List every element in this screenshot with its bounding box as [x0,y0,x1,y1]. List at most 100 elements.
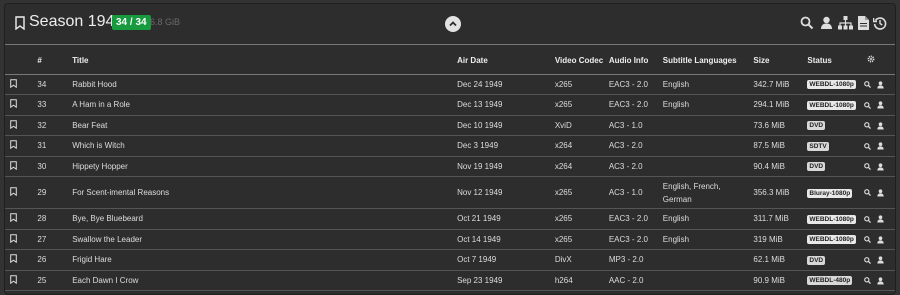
table-row: 27 Swallow the Leader Oct 14 1949 x265 E… [5,229,895,250]
air-date: Sep 23 1949 [457,270,555,291]
user-icon[interactable] [877,188,885,197]
file-size: 87.5 MiB [753,135,808,157]
video-codec: x265 [554,208,609,230]
table-row: 26 Frigid Hare Oct 7 1949 DivX MP3 - 2.0… [5,249,895,271]
search-icon[interactable] [864,100,872,109]
search-icon[interactable] [864,80,872,89]
search-icon[interactable] [864,141,872,150]
audio-info: AC3 - 1.0 [608,115,663,136]
table-row: 32 Bear Feat Dec 10 1949 XviD AC3 - 1.0 … [5,115,895,136]
audio-info: EAC3 - 2.0 [608,229,663,250]
status-badge: DVD [807,255,826,265]
bookmark-icon[interactable] [5,249,27,271]
search-icon[interactable] [864,214,872,223]
episode-title[interactable]: Hippety Hopper [72,156,458,177]
audio-info: EAC3 - 2.0 [608,94,663,116]
episode-number: 28 [26,208,73,230]
video-codec: x265 [554,94,609,116]
history-icon[interactable] [872,16,887,35]
bookmark-icon[interactable] [5,176,27,209]
column-header-subtitle-languages[interactable]: Subtitle Languages [662,47,754,75]
search-icon[interactable] [800,16,814,35]
episode-number: 30 [26,156,73,177]
episode-number: 34 [26,74,73,95]
file-size: 73.6 MiB [753,115,808,136]
air-date: Oct 7 1949 [457,249,555,271]
episode-title[interactable]: A Ham in a Role [72,94,458,116]
collapse-button[interactable] [445,16,461,32]
bookmark-icon[interactable] [5,270,27,291]
episode-title[interactable]: Each Dawn I Crow [72,270,458,291]
column-header-air-date[interactable]: Air Date [457,47,555,75]
audio-info: EAC3 - 2.0 [608,208,663,230]
season-size: 6.8 GiB [150,17,181,27]
file-icon[interactable] [858,16,869,35]
subtitle-languages: English, French, German [662,176,754,209]
status-badge: WEBDL-480p [807,276,853,286]
bookmark-icon[interactable] [15,16,25,35]
bookmark-icon[interactable] [5,229,27,250]
audio-info: AC3 - 2.0 [608,135,663,157]
air-date: Nov 12 1949 [457,176,555,209]
file-size: 90.4 MiB [753,156,808,177]
gear-icon[interactable] [864,47,895,75]
season-panel: Season 1949 34 / 34 6.8 GiB # Title Air … [4,3,896,295]
user-icon[interactable] [877,80,885,89]
episode-title[interactable]: For Scent-imental Reasons [72,176,458,209]
user-icon[interactable] [820,16,833,35]
video-codec: x265 [554,176,609,209]
search-icon[interactable] [864,235,872,244]
search-icon[interactable] [864,276,872,285]
bookmark-icon[interactable] [5,208,27,230]
table-row: 30 Hippety Hopper Nov 19 1949 x264 AC3 -… [5,156,895,177]
episode-number: 32 [26,115,73,136]
subtitle-languages: English [662,94,754,116]
bookmark-icon[interactable] [5,74,27,95]
episode-title[interactable]: Which is Witch [72,135,458,157]
user-icon[interactable] [877,235,885,244]
user-icon[interactable] [877,121,885,130]
audio-info: AC3 - 2.0 [608,156,663,177]
bookmark-icon[interactable] [5,156,27,177]
user-icon[interactable] [877,255,885,264]
search-icon[interactable] [864,188,872,197]
episode-title[interactable]: Frigid Hare [72,249,458,271]
episode-title[interactable]: Swallow the Leader [72,229,458,250]
subtitle-languages [662,135,754,157]
status-badge: WEBDL-1080p [807,80,856,90]
subtitle-languages [662,115,754,136]
user-icon[interactable] [877,141,885,150]
table-row: 28 Bye, Bye Bluebeard Oct 21 1949 x265 E… [5,208,895,230]
column-header-audio-info[interactable]: Audio Info [608,47,663,75]
file-size: 342.7 MiB [753,74,808,95]
column-header-size[interactable]: Size [753,47,808,75]
user-icon[interactable] [877,276,885,285]
column-header-number[interactable]: # [26,47,73,75]
subtitle-line: English, French, [662,181,721,191]
episode-title[interactable]: Bear Feat [72,115,458,136]
search-icon[interactable] [864,162,872,171]
search-icon[interactable] [864,255,872,264]
search-icon[interactable] [864,121,872,130]
episode-number: 29 [26,176,73,209]
column-header-video-codec[interactable]: Video Codec [554,47,609,75]
column-header-status[interactable]: Status [807,47,865,75]
table-row: 31 Which is Witch Dec 3 1949 x264 AC3 - … [5,135,895,157]
bookmark-icon[interactable] [5,135,27,157]
file-size: 294.1 MiB [753,94,808,116]
user-icon[interactable] [877,162,885,171]
file-size: 356.3 MiB [753,176,808,209]
sitemap-icon[interactable] [838,16,853,35]
user-icon[interactable] [877,214,885,223]
video-codec: x264 [554,135,609,157]
status-badge: WEBDL-1080p [807,100,856,110]
file-size: 90.9 MiB [753,270,808,291]
bookmark-icon[interactable] [5,94,27,116]
bookmark-icon[interactable] [5,115,27,136]
air-date: Nov 19 1949 [457,156,555,177]
episode-title[interactable]: Bye, Bye Bluebeard [72,208,458,230]
air-date: Oct 14 1949 [457,229,555,250]
column-header-title[interactable]: Title [72,47,458,75]
episode-title[interactable]: Rabbit Hood [72,74,458,95]
user-icon[interactable] [877,100,885,109]
